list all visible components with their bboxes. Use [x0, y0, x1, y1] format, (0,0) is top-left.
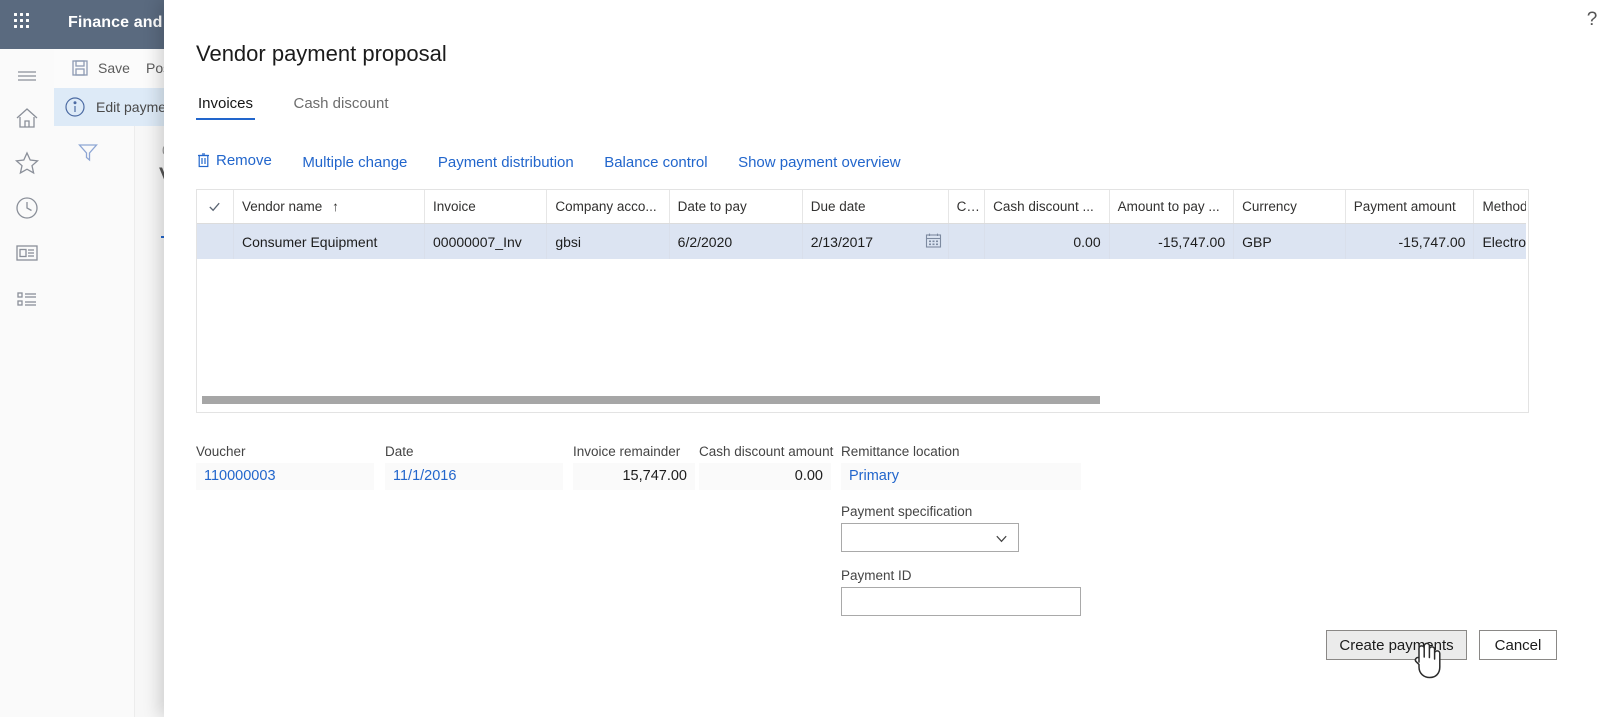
grid-header-row: Vendor name ↑ Invoice Company acco... Da… — [197, 190, 1526, 224]
list-icon[interactable] — [11, 283, 43, 315]
cell-company-account[interactable]: gbsi — [546, 223, 670, 259]
column-header-invoice[interactable]: Invoice — [424, 190, 548, 224]
cancel-button[interactable]: Cancel — [1479, 630, 1557, 660]
trash-icon — [196, 152, 211, 172]
invoice-remainder-field: Invoice remainder 15,747.00 — [573, 444, 695, 490]
payment-id-input[interactable] — [841, 587, 1081, 616]
calendar-icon[interactable] — [925, 232, 942, 252]
invoices-grid: Vendor name ↑ Invoice Company acco... Da… — [196, 189, 1529, 413]
column-header-amount-to-pay[interactable]: Amount to pay ... — [1109, 190, 1235, 224]
save-icon — [70, 58, 90, 83]
column-header-date-to-pay[interactable]: Date to pay — [669, 190, 803, 224]
column-header-cash-discount[interactable]: Cash discount ... — [984, 190, 1110, 224]
column-header-vendor-name-label: Vendor name — [241, 199, 323, 214]
background-filter-pane — [54, 126, 135, 717]
grid-scroll-area: Vendor name ↑ Invoice Company acco... Da… — [197, 190, 1526, 410]
remove-button[interactable]: Remove — [196, 152, 272, 172]
background-message-text: Edit paymen — [96, 99, 174, 115]
column-header-due-date[interactable]: Due date — [802, 190, 949, 224]
column-header-method-of-payment[interactable]: Method of payment — [1473, 190, 1526, 224]
cell-due-date-value: 2/13/2017 — [810, 233, 874, 250]
grid-action-bar: Remove Multiple change Payment distribut… — [196, 152, 927, 178]
payment-distribution-button[interactable]: Payment distribution — [438, 154, 574, 171]
cell-amount-to-pay: -15,747.00 — [1109, 223, 1235, 259]
column-header-vendor-name[interactable]: Vendor name ↑ — [233, 190, 426, 224]
voucher-value[interactable]: 110000003 — [196, 463, 374, 490]
cell-currency: GBP — [1233, 223, 1346, 259]
multiple-change-button[interactable]: Multiple change — [302, 154, 407, 171]
remove-label: Remove — [216, 152, 272, 169]
cell-c — [948, 223, 986, 259]
dialog-tabstrip: Invoices Cash discount — [196, 95, 423, 127]
grid-horizontal-scrollbar-track[interactable] — [197, 396, 1526, 408]
table-row[interactable]: Consumer Equipment 00000007_Inv gbsi 6/2… — [197, 223, 1526, 259]
payment-specification-label: Payment specification — [841, 504, 973, 519]
date-value[interactable]: 11/1/2016 — [385, 463, 563, 490]
page-title: Vendor payment proposal — [196, 41, 447, 66]
star-icon[interactable] — [11, 147, 43, 179]
chevron-down-icon — [994, 531, 1009, 551]
show-payment-overview-button[interactable]: Show payment overview — [738, 154, 901, 171]
payment-specification-select[interactable] — [841, 523, 1019, 552]
help-icon[interactable]: ? — [1578, 6, 1606, 34]
cash-discount-amount-label: Cash discount amount — [699, 444, 834, 459]
date-label: Date — [385, 444, 414, 459]
clock-icon[interactable] — [11, 192, 43, 224]
remittance-location-field: Remittance location Primary — [841, 444, 1081, 490]
sort-ascending-icon: ↑ — [332, 199, 339, 214]
background-save-button[interactable]: Save — [98, 60, 130, 76]
column-header-company-account[interactable]: Company acco... — [546, 190, 670, 224]
info-icon — [64, 96, 86, 123]
cell-payment-amount: -15,747.00 — [1345, 223, 1475, 259]
app-title: Finance and — [68, 14, 163, 31]
screen-root: Finance and Save Pos Edit paymen ? Vendo… — [0, 0, 1620, 717]
payment-id-field: Payment ID — [841, 568, 1081, 616]
create-payments-button[interactable]: Create payments — [1326, 630, 1467, 660]
vendor-payment-proposal-dialog: ? Vendor payment proposal Invoices Cash … — [164, 0, 1620, 717]
home-icon[interactable] — [11, 102, 43, 134]
grid-table: Vendor name ↑ Invoice Company acco... Da… — [197, 190, 1526, 259]
column-header-currency[interactable]: Currency — [1233, 190, 1346, 224]
balance-control-button[interactable]: Balance control — [604, 154, 707, 171]
voucher-field: Voucher 110000003 — [196, 444, 374, 490]
cell-due-date[interactable]: 2/13/2017 — [802, 223, 949, 259]
cell-method-of-payment[interactable]: Electronic — [1473, 223, 1526, 259]
filter-icon[interactable] — [76, 140, 100, 169]
date-field: Date 11/1/2016 — [385, 444, 563, 490]
app-launcher-icon[interactable] — [14, 13, 38, 37]
tab-invoices[interactable]: Invoices — [196, 95, 256, 120]
invoice-remainder-value[interactable]: 15,747.00 — [573, 463, 695, 490]
hamburger-menu-icon[interactable] — [11, 60, 43, 92]
grid-horizontal-scrollbar[interactable] — [202, 396, 1100, 404]
voucher-label: Voucher — [196, 444, 246, 459]
payment-id-label: Payment ID — [841, 568, 912, 583]
cell-vendor-name: Consumer Equipment — [233, 223, 426, 259]
column-header-c[interactable]: C... — [948, 190, 986, 224]
cell-invoice: 00000007_Inv — [424, 223, 548, 259]
row-checkbox[interactable] — [197, 223, 234, 259]
left-nav-rail — [0, 49, 55, 717]
cash-discount-amount-field: Cash discount amount 0.00 — [699, 444, 834, 490]
remittance-location-value[interactable]: Primary — [841, 463, 1081, 490]
payment-specification-field: Payment specification — [841, 504, 1019, 552]
cell-date-to-pay: 6/2/2020 — [669, 223, 803, 259]
invoice-remainder-label: Invoice remainder — [573, 444, 681, 459]
cash-discount-amount-value[interactable]: 0.00 — [699, 463, 831, 490]
cell-cash-discount: 0.00 — [984, 223, 1110, 259]
column-header-payment-amount[interactable]: Payment amount — [1345, 190, 1475, 224]
tab-cash-discount[interactable]: Cash discount — [291, 95, 390, 120]
remittance-location-label: Remittance location — [841, 444, 960, 459]
news-icon[interactable] — [11, 237, 43, 269]
select-all-checkbox[interactable] — [197, 190, 234, 224]
